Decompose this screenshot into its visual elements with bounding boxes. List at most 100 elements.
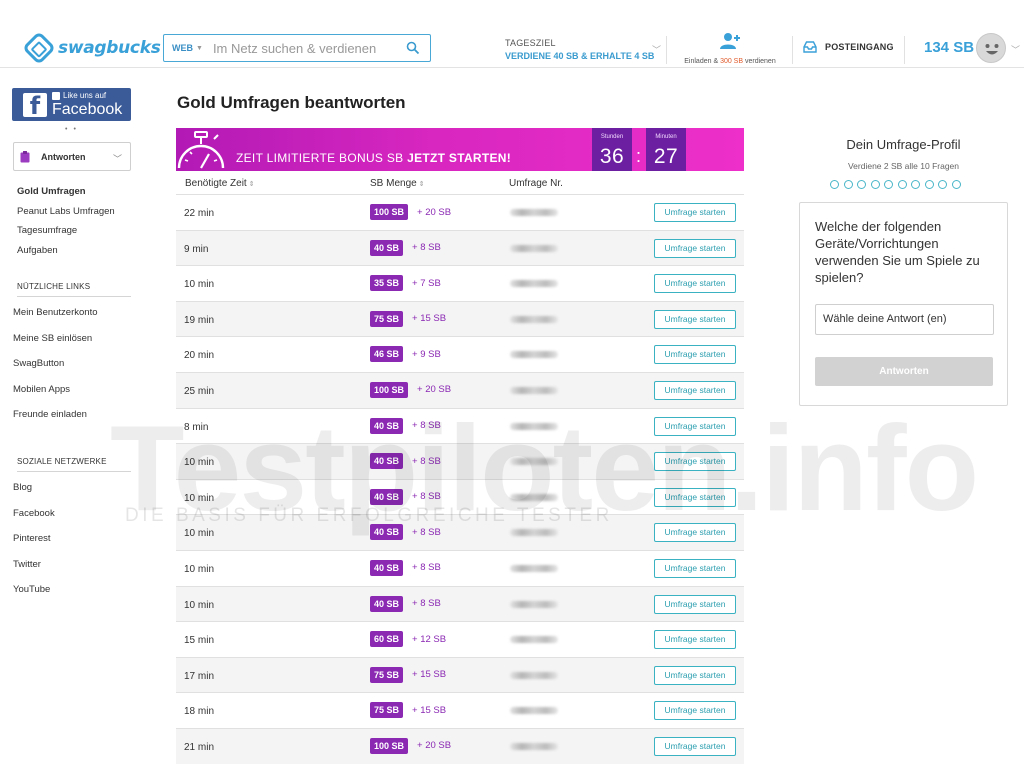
start-survey-button[interactable]: Umfrage starten bbox=[654, 416, 736, 436]
start-survey-button[interactable]: Umfrage starten bbox=[654, 736, 736, 756]
start-survey-button[interactable]: Umfrage starten bbox=[654, 594, 736, 614]
daily-goal[interactable]: TAGESZIEL VERDIENE 40 SB & ERHALTE 4 SB bbox=[505, 38, 654, 61]
sb-bonus: + 20 SB bbox=[417, 740, 452, 752]
useful-links-heading: NÜTZLICHE LINKS bbox=[17, 282, 131, 297]
survey-reward: 75 SB + 15 SB bbox=[370, 666, 446, 683]
sb-balance[interactable]: 134 SB bbox=[924, 39, 974, 56]
invite-friends[interactable]: Einladen & 300 SB verdienen bbox=[672, 32, 788, 65]
survey-number-redacted bbox=[510, 564, 558, 572]
start-survey-button[interactable]: Umfrage starten bbox=[654, 701, 736, 721]
sb-badge: 40 SB bbox=[370, 239, 404, 256]
link-swagbutton[interactable]: SwagButton bbox=[13, 358, 98, 384]
table-row: 10 min 40 SB + 8 SB Umfrage starten bbox=[176, 443, 744, 479]
sidebar-item-aufgaben[interactable]: Aufgaben bbox=[17, 245, 115, 265]
add-user-icon bbox=[720, 33, 740, 49]
sb-badge: 40 SB bbox=[370, 559, 404, 576]
table-row: 19 min 75 SB + 15 SB Umfrage starten bbox=[176, 300, 744, 337]
avatar[interactable] bbox=[976, 33, 1006, 63]
progress-dot bbox=[857, 180, 866, 189]
sb-bonus: + 8 SB bbox=[412, 526, 441, 538]
answer-select[interactable]: Wähle deine Antwort (en) bbox=[815, 304, 994, 335]
inbox-label: POSTEINGANG bbox=[825, 42, 894, 52]
sb-badge: 40 SB bbox=[370, 417, 404, 434]
search-scope-dropdown[interactable]: WEB ▼ bbox=[164, 43, 209, 53]
link-mobile-apps[interactable]: Mobilen Apps bbox=[13, 384, 98, 410]
survey-number-redacted bbox=[510, 244, 558, 252]
facebook-like-button[interactable]: f Like uns auf Facebook bbox=[12, 88, 131, 121]
search-icon[interactable] bbox=[406, 41, 420, 55]
sidebar-nav: Gold Umfragen Peanut Labs Umfragen Tages… bbox=[17, 186, 115, 264]
start-survey-button[interactable]: Umfrage starten bbox=[654, 380, 736, 400]
carousel-dots: •• bbox=[65, 126, 82, 133]
start-survey-button[interactable]: Umfrage starten bbox=[654, 452, 736, 472]
swagbucks-logo[interactable]: swagbucks bbox=[22, 31, 161, 65]
start-survey-button[interactable]: Umfrage starten bbox=[654, 665, 736, 685]
submit-answer-button[interactable]: Antworten bbox=[815, 357, 993, 386]
start-survey-button[interactable]: Umfrage starten bbox=[654, 345, 736, 365]
category-dropdown[interactable]: Antworten ﹀ bbox=[13, 142, 131, 171]
survey-number-redacted bbox=[510, 742, 558, 750]
start-survey-button[interactable]: Umfrage starten bbox=[654, 523, 736, 543]
sb-badge: 60 SB bbox=[370, 631, 404, 648]
link-freunde-einladen[interactable]: Freunde einladen bbox=[13, 409, 98, 435]
survey-number-redacted bbox=[510, 280, 558, 288]
progress-dot bbox=[884, 180, 893, 189]
sb-bonus: + 12 SB bbox=[412, 633, 447, 645]
sb-badge: 40 SB bbox=[370, 488, 404, 505]
table-row: 10 min 35 SB + 7 SB Umfrage starten bbox=[176, 265, 744, 301]
start-survey-button[interactable]: Umfrage starten bbox=[654, 203, 736, 222]
survey-number-redacted bbox=[510, 529, 558, 537]
search-scope-label: WEB bbox=[172, 43, 193, 53]
sidebar-item-tagesumfrage[interactable]: Tagesumfrage bbox=[17, 225, 115, 245]
sb-bonus: + 8 SB bbox=[412, 420, 441, 432]
search-bar: WEB ▼ bbox=[163, 34, 431, 62]
start-survey-button[interactable]: Umfrage starten bbox=[654, 238, 736, 258]
start-survey-button[interactable]: Umfrage starten bbox=[654, 558, 736, 578]
survey-number-redacted bbox=[510, 671, 558, 679]
start-survey-button[interactable]: Umfrage starten bbox=[654, 274, 736, 294]
start-survey-button[interactable]: Umfrage starten bbox=[654, 309, 736, 329]
chevron-down-icon[interactable]: ﹀ bbox=[1011, 43, 1020, 56]
sb-bonus: + 20 SB bbox=[417, 206, 452, 218]
survey-number-redacted bbox=[510, 209, 558, 216]
survey-reward: 40 SB + 8 SB bbox=[370, 417, 441, 434]
stopwatch-icon bbox=[177, 131, 225, 169]
link-benutzerkonto[interactable]: Mein Benutzerkonto bbox=[13, 307, 98, 333]
header-divider bbox=[792, 36, 793, 64]
start-survey-button[interactable]: Umfrage starten bbox=[654, 630, 736, 650]
timer-minutes: Minuten 27 bbox=[646, 128, 686, 171]
survey-reward: 40 SB + 8 SB bbox=[370, 595, 441, 612]
survey-profile-title: Dein Umfrage-Profil bbox=[846, 137, 961, 152]
column-header-sb[interactable]: SB Menge ⇕ bbox=[370, 178, 425, 189]
survey-number-redacted bbox=[510, 315, 558, 323]
link-pinterest[interactable]: Pinterest bbox=[13, 533, 55, 559]
table-row: 10 min 40 SB + 8 SB Umfrage starten bbox=[176, 549, 744, 586]
chevron-down-icon[interactable]: ﹀ bbox=[652, 43, 661, 56]
survey-reward: 40 SB + 8 SB bbox=[370, 488, 441, 505]
inbox-link[interactable]: POSTEINGANG bbox=[803, 41, 894, 53]
survey-time: 8 min bbox=[184, 421, 209, 433]
link-twitter[interactable]: Twitter bbox=[13, 559, 55, 585]
social-links-list: Blog Facebook Pinterest Twitter YouTube bbox=[13, 482, 55, 610]
search-input[interactable] bbox=[208, 40, 395, 56]
table-row: 20 min 46 SB + 9 SB Umfrage starten bbox=[176, 336, 744, 372]
avatar-face-icon bbox=[985, 44, 999, 55]
sb-bonus: + 7 SB bbox=[412, 277, 441, 289]
link-blog[interactable]: Blog bbox=[13, 482, 55, 508]
survey-number-redacted bbox=[510, 422, 558, 430]
link-youtube[interactable]: YouTube bbox=[13, 584, 55, 610]
chevron-down-icon: ▼ bbox=[196, 44, 203, 52]
timer-minutes-value: 27 bbox=[653, 145, 679, 168]
column-header-time[interactable]: Benötigte Zeit ⇕ bbox=[185, 178, 255, 189]
link-facebook[interactable]: Facebook bbox=[13, 508, 55, 534]
link-sb-einloesen[interactable]: Meine SB einlösen bbox=[13, 333, 98, 359]
table-row: 21 min 100 SB + 20 SB Umfrage starten bbox=[176, 727, 744, 764]
start-survey-button[interactable]: Umfrage starten bbox=[654, 487, 736, 507]
survey-time: 9 min bbox=[184, 243, 209, 255]
progress-dot bbox=[870, 180, 880, 189]
sb-badge: 40 SB bbox=[370, 595, 404, 612]
table-row: 10 min 40 SB + 8 SB Umfrage starten bbox=[176, 585, 744, 622]
survey-time: 22 min bbox=[184, 208, 215, 219]
sidebar-item-peanut-labs[interactable]: Peanut Labs Umfragen bbox=[17, 206, 115, 226]
sidebar-item-gold-umfragen[interactable]: Gold Umfragen bbox=[17, 186, 115, 206]
